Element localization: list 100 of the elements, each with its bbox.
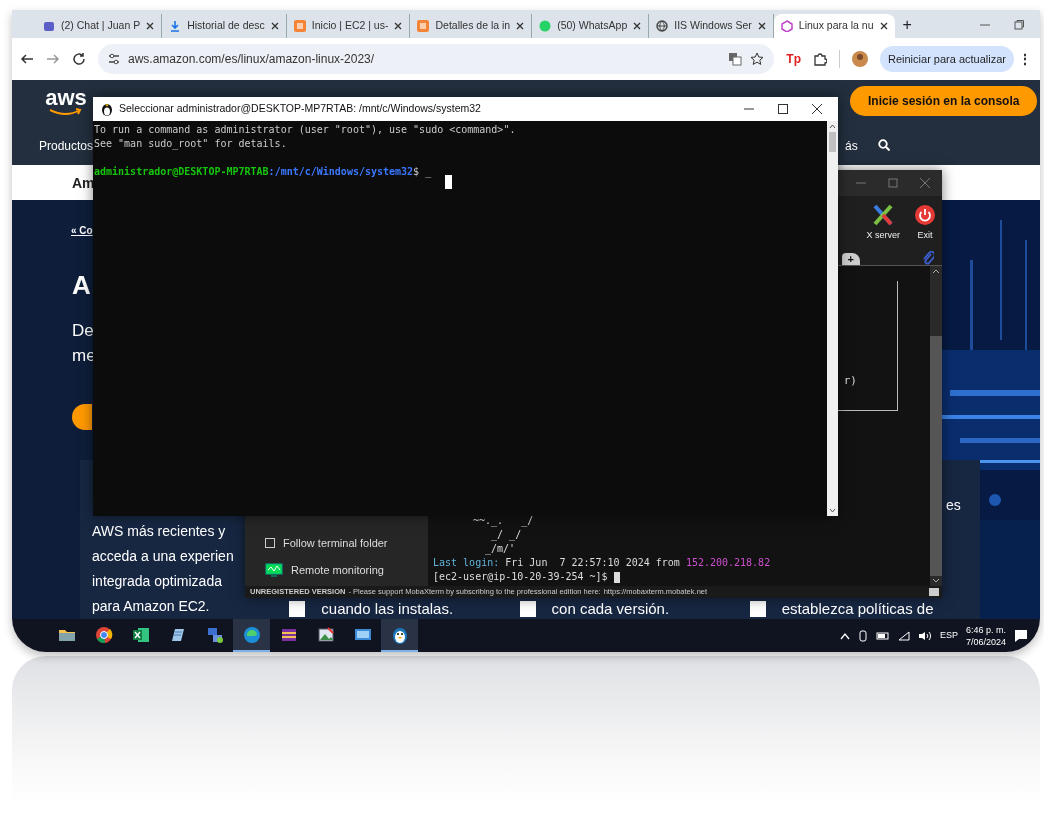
- puzzle-icon[interactable]: [813, 52, 827, 66]
- x-logo-icon: [872, 204, 895, 226]
- list-text: establezca políticas de: [781, 599, 934, 619]
- tab-title: Detalles de la in: [435, 18, 511, 34]
- cursor: [613, 571, 620, 583]
- checkbox-option[interactable]: Follow terminal folder: [265, 535, 428, 552]
- update-button[interactable]: Reiniciar para actualizar: [880, 45, 1014, 73]
- tab-title: IIS Windows Ser: [674, 18, 752, 34]
- teams-icon: [43, 20, 55, 32]
- browser-tab[interactable]: Historial de desc: [162, 14, 287, 38]
- address-bar[interactable]: aws.amazon.com/es/linux/amazon-linux-2023/: [98, 44, 775, 74]
- globe-icon: [656, 20, 669, 32]
- browser-tab[interactable]: Detalles de la in: [410, 14, 533, 38]
- taskbar-app[interactable]: [381, 619, 418, 652]
- notification-icon[interactable]: [1014, 628, 1028, 643]
- language-indicator[interactable]: ESP: [939, 628, 958, 643]
- image-edit-icon: [316, 625, 335, 644]
- tab-title: (2) Chat | Juan P: [61, 18, 141, 34]
- translate-icon[interactable]: [728, 52, 743, 66]
- close-icon[interactable]: [812, 104, 822, 114]
- browser-tab[interactable]: (2) Chat | Juan P: [36, 14, 163, 38]
- reload-icon[interactable]: [72, 52, 86, 66]
- battery-icon[interactable]: [875, 630, 890, 641]
- tab-title: Historial de desc: [187, 18, 265, 34]
- close-icon[interactable]: [394, 22, 403, 30]
- close-icon[interactable]: [879, 22, 888, 30]
- card-text: es: [946, 496, 961, 515]
- close-icon[interactable]: [633, 22, 642, 30]
- signin-button[interactable]: Inicie sesión en la consola: [850, 86, 1038, 116]
- card-text: para Amazon EC2.: [92, 597, 210, 616]
- sidebar-button[interactable]: Remote monitoring: [265, 561, 428, 578]
- back-icon[interactable]: [20, 52, 34, 66]
- paperclip-icon[interactable]: [922, 251, 934, 265]
- network-icon: [205, 625, 224, 644]
- card-text: acceda a una experien: [92, 547, 234, 566]
- browser-tab[interactable]: Linux para la nu: [773, 14, 895, 38]
- scrollbar-thumb[interactable]: [829, 132, 836, 152]
- smile-arrow-icon: [49, 108, 83, 116]
- penguin-icon: [101, 102, 113, 116]
- new-tab-button[interactable]: +: [902, 16, 912, 34]
- nav-link[interactable]: ás: [845, 137, 858, 155]
- browser-tab[interactable]: (50) WhatsApp: [532, 14, 650, 38]
- extension-badge[interactable]: Tp: [786, 50, 801, 68]
- terminal-text: ~~._. _/: [472, 514, 535, 528]
- close-icon[interactable]: [757, 22, 766, 30]
- cta-button[interactable]: [72, 404, 92, 430]
- close-icon[interactable]: [270, 22, 279, 30]
- clock-date[interactable]: 7/06/2024: [965, 635, 1006, 648]
- wifi-icon[interactable]: [897, 630, 910, 641]
- breadcrumb-link[interactable]: « Co: [71, 223, 93, 238]
- avatar-icon[interactable]: [852, 51, 868, 67]
- penguin-icon: [390, 625, 409, 644]
- star-icon[interactable]: [750, 52, 765, 66]
- url-text: aws.amazon.com/es/linux/amazon-linux-2023/: [128, 51, 375, 68]
- checkbox-icon: [749, 601, 766, 617]
- terminal-text: [ec2-user@ip-10-20-39-254 ~]$: [433, 570, 609, 584]
- chevron-up-icon[interactable]: [839, 631, 850, 640]
- close-icon[interactable]: [516, 22, 525, 30]
- volume-icon[interactable]: [917, 630, 932, 641]
- page-heading: A: [72, 269, 91, 302]
- edge-icon: [242, 625, 261, 644]
- terminal-text: Last login: Fri Jun 7 22:57:10 2024 from 152.200.218.82: [433, 556, 772, 570]
- clock-time[interactable]: 6:46 p. m.: [965, 623, 1006, 636]
- aws-logo: aws: [40, 88, 92, 116]
- scrollbar-thumb[interactable]: [930, 336, 942, 576]
- search-icon[interactable]: [878, 139, 890, 151]
- maximize-icon[interactable]: [778, 104, 788, 114]
- window-icon[interactable]: [928, 587, 940, 597]
- checkbox[interactable]: [265, 538, 275, 549]
- toolbar-button[interactable]: Exit: [914, 204, 936, 243]
- new-tab-button[interactable]: +: [841, 253, 860, 265]
- power-icon: [914, 204, 936, 226]
- terminal-text: r): [843, 374, 857, 388]
- list-text: con cada versión.: [551, 599, 670, 619]
- terminal-text: _/m/': [484, 542, 517, 556]
- chrome-icon: [94, 625, 113, 644]
- window-title: Seleccionar administrador@DESKTOP-MP7RTAB: /mnt/c/Windows/system32: [119, 101, 481, 117]
- checkbox-icon: [519, 601, 536, 617]
- list-text: cuando las instalas.: [321, 599, 454, 619]
- terminal-prompt: administrador@DESKTOP-MP7RTAB:/mnt/c/Windows/system32$ _: [94, 165, 433, 179]
- toolbar-button[interactable]: X server: [866, 204, 900, 243]
- taskbar-app[interactable]: [233, 619, 270, 652]
- site-info-icon[interactable]: [108, 53, 120, 65]
- tab-title: Inicio | EC2 | us-: [311, 18, 389, 34]
- forward-icon[interactable]: [46, 52, 60, 66]
- menu-button[interactable]: ⋮: [1018, 48, 1032, 70]
- restore-icon[interactable]: [1014, 20, 1024, 30]
- nav-link[interactable]: Productos: [39, 137, 94, 155]
- cursor: [445, 175, 452, 189]
- monitor-icon: [265, 562, 283, 577]
- card-text: AWS más recientes y: [92, 522, 226, 541]
- close-icon[interactable]: [146, 22, 155, 30]
- browser-tab[interactable]: IIS Windows Ser: [649, 14, 774, 38]
- square-logo-icon: [417, 20, 430, 32]
- cube-icon: [780, 20, 793, 32]
- download-icon: [169, 20, 182, 32]
- browser-tab[interactable]: Inicio | EC2 | us-: [286, 14, 411, 38]
- tab-title: (50) WhatsApp: [557, 18, 628, 34]
- square-logo-icon: [293, 20, 306, 32]
- intro-text: De: [72, 320, 94, 342]
